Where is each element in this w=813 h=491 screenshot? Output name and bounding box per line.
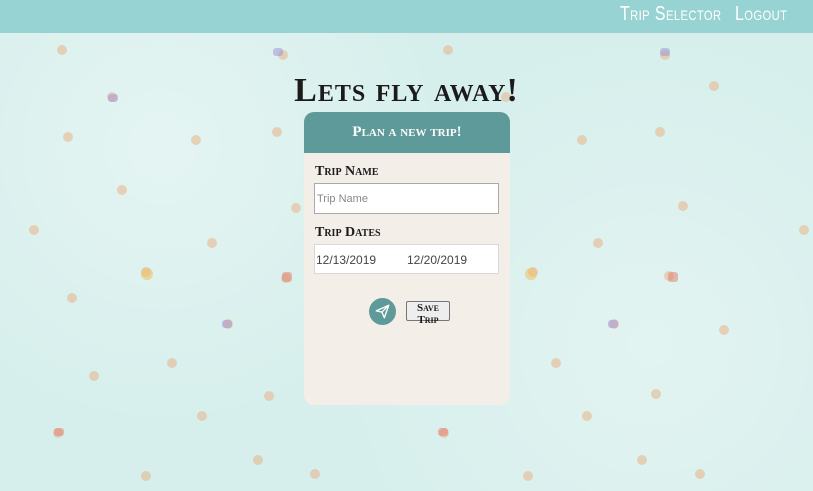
nav-logout-link[interactable]: Logout	[735, 0, 787, 28]
trip-dates-label: Trip Dates	[315, 225, 381, 240]
send-trip-button[interactable]	[369, 298, 396, 325]
trip-name-input[interactable]	[314, 183, 499, 214]
trip-name-label: Trip Name	[315, 164, 379, 179]
save-trip-button[interactable]: Save Trip	[406, 301, 450, 326]
top-navbar: Trip Selector Logout	[0, 0, 813, 33]
start-date-field[interactable]: 12/13/2019	[316, 253, 376, 267]
new-trip-form-card: Plan a new trip! Trip Name Trip Dates 12…	[304, 112, 510, 405]
end-date-field[interactable]: 12/20/2019	[407, 253, 467, 267]
nav-trip-selector-link[interactable]: Trip Selector	[620, 0, 721, 28]
paper-plane-icon	[375, 304, 390, 319]
page-title: Lets fly away!	[294, 72, 519, 109]
form-header: Plan a new trip!	[304, 112, 510, 153]
trip-dates-range-picker[interactable]: 12/13/2019 12/20/2019	[314, 244, 499, 274]
